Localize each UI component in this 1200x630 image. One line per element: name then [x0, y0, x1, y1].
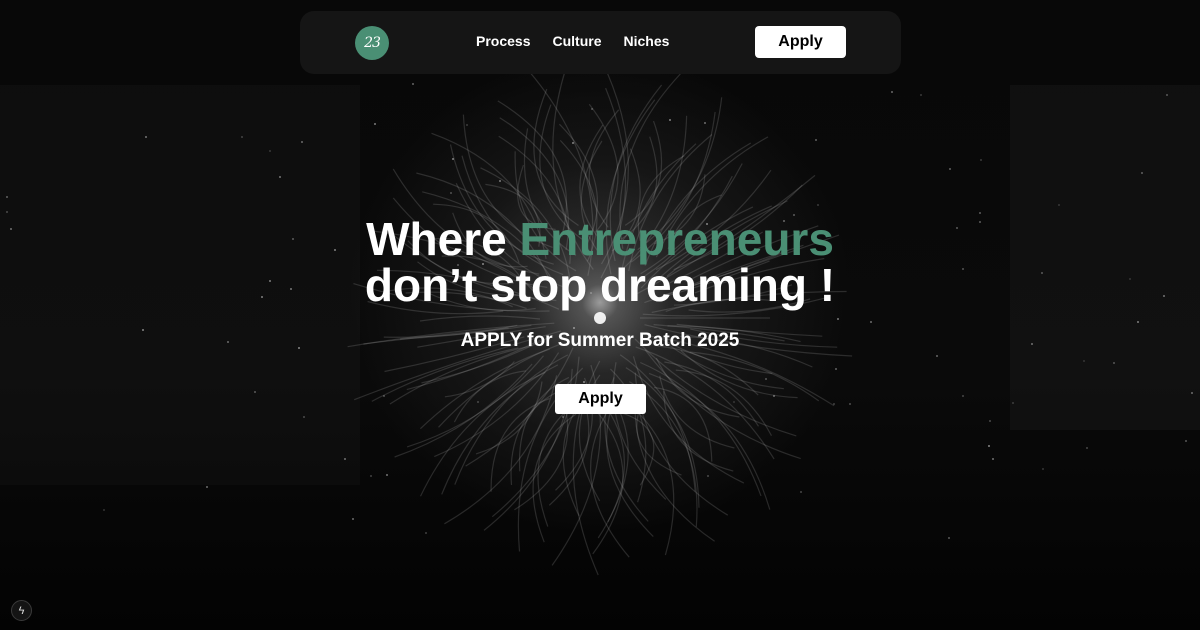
- star: [383, 395, 385, 397]
- headline-prefix: Where: [366, 213, 520, 265]
- star: [707, 475, 709, 477]
- star: [1113, 362, 1115, 364]
- star: [279, 176, 281, 178]
- star: [466, 124, 468, 126]
- star: [833, 403, 835, 405]
- nav-apply-button[interactable]: Apply: [755, 26, 846, 58]
- star: [1191, 392, 1193, 394]
- star: [815, 139, 817, 141]
- star: [948, 537, 950, 539]
- star: [145, 136, 147, 138]
- logo-text: 23: [364, 35, 381, 51]
- star: [425, 532, 427, 534]
- lightning-icon[interactable]: ϟ: [11, 600, 32, 621]
- star: [800, 491, 802, 493]
- star: [1042, 468, 1044, 470]
- nebula-filament: [532, 413, 577, 543]
- hero-subheadline: APPLY for Summer Batch 2025: [460, 330, 740, 351]
- star: [1141, 172, 1143, 174]
- star: [254, 391, 256, 393]
- star: [980, 159, 982, 161]
- nav-links: Process Culture Niches: [476, 33, 669, 49]
- star: [962, 395, 964, 397]
- star: [891, 91, 893, 93]
- hero-section: Where Entrepreneurs don’t stop dreaming …: [0, 216, 1200, 414]
- star: [1086, 447, 1088, 449]
- star: [206, 486, 208, 488]
- star: [765, 378, 767, 380]
- star: [669, 119, 671, 121]
- star: [412, 83, 414, 85]
- star: [450, 192, 452, 194]
- star: [562, 416, 564, 418]
- star: [988, 445, 990, 447]
- star: [1058, 204, 1060, 206]
- brand-logo[interactable]: 23: [355, 26, 389, 60]
- star: [452, 158, 454, 160]
- hero-headline: Where Entrepreneurs don’t stop dreaming …: [0, 216, 1200, 308]
- nebula-filament: [640, 361, 762, 497]
- nav-link-niches[interactable]: Niches: [623, 33, 669, 49]
- nav-link-process[interactable]: Process: [476, 33, 530, 49]
- star: [352, 518, 354, 520]
- star: [949, 168, 951, 170]
- nebula-filament: [394, 363, 533, 458]
- star: [704, 122, 706, 124]
- star: [920, 94, 922, 96]
- star: [979, 212, 981, 214]
- star: [733, 401, 735, 403]
- top-navbar: 23 Process Culture Niches Apply: [300, 11, 901, 74]
- star: [1185, 440, 1187, 442]
- star: [835, 368, 837, 370]
- hero-apply-button[interactable]: Apply: [555, 384, 646, 414]
- star: [591, 108, 593, 110]
- star: [370, 475, 372, 477]
- star: [936, 355, 938, 357]
- star: [499, 180, 501, 182]
- headline-line2: don’t stop dreaming !: [364, 259, 836, 311]
- star: [269, 150, 271, 152]
- star: [583, 381, 585, 383]
- star: [477, 401, 479, 403]
- star: [301, 141, 303, 143]
- lightning-glyph: ϟ: [18, 604, 25, 617]
- star: [386, 474, 388, 476]
- nav-link-culture[interactable]: Culture: [552, 33, 601, 49]
- star: [1083, 360, 1085, 362]
- star: [6, 211, 8, 213]
- star: [849, 403, 851, 405]
- nebula-filament: [634, 372, 729, 516]
- star: [1012, 402, 1014, 404]
- headline-accent: Entrepreneurs: [519, 213, 834, 265]
- star: [817, 204, 819, 206]
- star: [241, 136, 243, 138]
- star: [344, 458, 346, 460]
- star: [989, 420, 991, 422]
- star: [1166, 94, 1168, 96]
- star: [303, 416, 305, 418]
- nebula-filament: [453, 370, 527, 423]
- star: [773, 395, 775, 397]
- nebula-filament: [619, 354, 696, 492]
- star: [6, 196, 8, 198]
- star: [992, 458, 994, 460]
- nebula-filament: [612, 362, 667, 500]
- nebula-filament: [434, 352, 560, 458]
- star: [572, 142, 574, 144]
- star: [103, 509, 105, 511]
- star: [374, 123, 376, 125]
- nebula-filament: [632, 356, 745, 484]
